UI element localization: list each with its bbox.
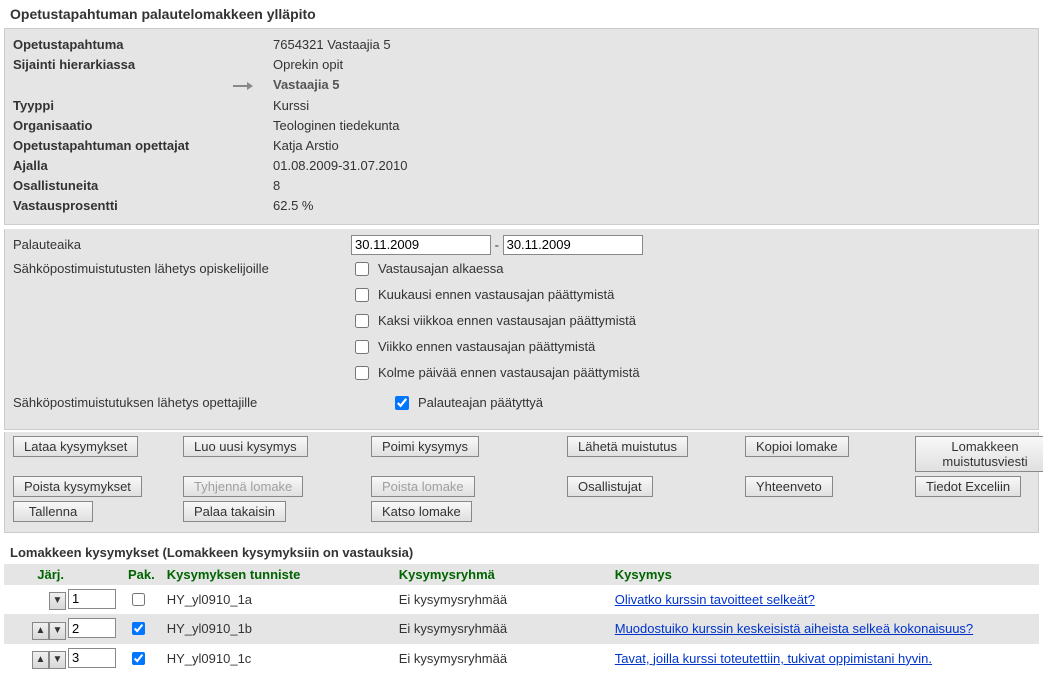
question-link[interactable]: Muodostuiko kurssin keskeisistä aiheista… <box>615 621 973 636</box>
label-teacher-reminder: Sähköpostimuistutuksen lähetys opettajil… <box>13 393 391 410</box>
table-row: ▲▼ HY_yl0910_1cEi kysymysryhmää Tavat, joi… <box>4 644 1039 673</box>
mandatory-checkbox[interactable] <box>132 593 145 606</box>
cb-reminder-month[interactable] <box>355 288 369 302</box>
label-vastausprosentti: Vastausprosentti <box>13 196 273 216</box>
arrow-right-icon <box>233 76 253 96</box>
delete-questions-button[interactable]: Poista kysymykset <box>13 476 142 497</box>
button-panel: Lataa kysymykset Luo uusi kysymys Poimi … <box>4 432 1039 533</box>
th-tunniste: Kysymyksen tunniste <box>161 564 393 585</box>
cell-tunniste: HY_yl0910_1a <box>161 585 393 615</box>
th-pak: Pak. <box>122 564 161 585</box>
th-ryhma: Kysymysryhmä <box>393 564 609 585</box>
value-ajalla: 01.08.2009-31.07.2010 <box>273 156 1030 176</box>
pick-question-button[interactable]: Poimi kysymys <box>371 436 479 457</box>
label-sijainti: Sijainti hierarkiassa <box>13 55 273 75</box>
new-question-button[interactable]: Luo uusi kysymys <box>183 436 308 457</box>
th-jarj: Järj. <box>4 564 122 585</box>
cell-ryhma: Ei kysymysryhmää <box>393 644 609 673</box>
label-organisaatio: Organisaatio <box>13 116 273 136</box>
cell-ryhma: Ei kysymysryhmää <box>393 585 609 615</box>
cb-reminder-3days[interactable] <box>355 366 369 380</box>
value-opetustapahtuma: 7654321 Vastaajia 5 <box>273 35 1030 55</box>
table-row: ▼ HY_yl0910_1aEi kysymysryhmää Olivatko ku… <box>4 585 1039 615</box>
cell-ryhma: Ei kysymysryhmää <box>393 614 609 644</box>
excel-export-button[interactable]: Tiedot Exceliin <box>915 476 1021 497</box>
save-button[interactable]: Tallenna <box>13 501 93 522</box>
cb-reminder-week[interactable] <box>355 340 369 354</box>
value-organisaatio: Teologinen tiedekunta <box>273 116 1030 136</box>
th-kysymys: Kysymys <box>609 564 1039 585</box>
label-student-reminders: Sähköpostimuistutusten lähetys opiskelij… <box>13 259 351 276</box>
cb-reminder-teacher[interactable] <box>395 396 409 410</box>
value-osallistuneita: 8 <box>273 176 1030 196</box>
load-questions-button[interactable]: Lataa kysymykset <box>13 436 138 457</box>
participants-button[interactable]: Osallistujat <box>567 476 653 497</box>
table-row: ▲▼ HY_yl0910_1bEi kysymysryhmää Muodostuik… <box>4 614 1039 644</box>
info-panel: Opetustapahtuma 7654321 Vastaajia 5 Sija… <box>4 28 1039 225</box>
cb-label-r5: Kolme päivää ennen vastausajan päättymis… <box>378 365 640 380</box>
move-up-button[interactable]: ▲ <box>32 622 49 640</box>
view-form-button[interactable]: Katso lomake <box>371 501 472 522</box>
value-opettajat: Katja Arstio <box>273 136 1030 156</box>
order-input[interactable] <box>68 618 116 638</box>
value-vastausprosentti: 62.5 % <box>273 196 1030 216</box>
label-opetustapahtuma: Opetustapahtuma <box>13 35 273 55</box>
cell-tunniste: HY_yl0910_1c <box>161 644 393 673</box>
cb-reminder-start[interactable] <box>355 262 369 276</box>
mandatory-checkbox[interactable] <box>132 652 145 665</box>
cb-label-r3: Kaksi viikkoa ennen vastausajan päättymi… <box>378 313 636 328</box>
cb-label-r2: Kuukausi ennen vastausajan päättymistä <box>378 287 614 302</box>
delete-form-button[interactable]: Poista lomake <box>371 476 475 497</box>
move-down-button[interactable]: ▼ <box>49 592 66 610</box>
label-palauteaika: Palauteaika <box>13 235 351 252</box>
cb-label-r1: Vastausajan alkaessa <box>378 261 504 276</box>
move-down-button[interactable]: ▼ <box>49 622 66 640</box>
mandatory-checkbox[interactable] <box>132 622 145 635</box>
date-to-input[interactable] <box>503 235 643 255</box>
value-sijainti-parent: Oprekin opit <box>273 55 1030 75</box>
copy-form-button[interactable]: Kopioi lomake <box>745 436 849 457</box>
move-down-button[interactable]: ▼ <box>49 651 66 669</box>
cell-tunniste: HY_yl0910_1b <box>161 614 393 644</box>
cb-label-teacher: Palauteajan päätyttyä <box>418 395 543 410</box>
label-opettajat: Opetustapahtuman opettajat <box>13 136 273 156</box>
summary-button[interactable]: Yhteenveto <box>745 476 833 497</box>
question-link[interactable]: Tavat, joilla kurssi toteutettiin, tukiv… <box>615 651 932 666</box>
back-button[interactable]: Palaa takaisin <box>183 501 286 522</box>
value-sijainti-current: Vastaajia 5 <box>273 75 1030 96</box>
cb-reminder-2weeks[interactable] <box>355 314 369 328</box>
label-ajalla: Ajalla <box>13 156 273 176</box>
label-osallistuneita: Osallistuneita <box>13 176 273 196</box>
send-reminder-button[interactable]: Lähetä muistutus <box>567 436 688 457</box>
order-input[interactable] <box>68 589 116 609</box>
value-tyyppi: Kurssi <box>273 96 1030 116</box>
order-input[interactable] <box>68 648 116 668</box>
questions-table: Järj. Pak. Kysymyksen tunniste Kysymysry… <box>4 564 1039 673</box>
date-dash: - <box>495 237 499 252</box>
form-reminder-msg-button[interactable]: Lomakkeen muistutusviesti <box>915 436 1043 472</box>
clear-form-button[interactable]: Tyhjennä lomake <box>183 476 303 497</box>
form-panel: Palauteaika - Sähköpostimuistutusten läh… <box>4 229 1039 430</box>
label-tyyppi: Tyyppi <box>13 96 273 116</box>
questions-heading: Lomakkeen kysymykset (Lomakkeen kysymyks… <box>0 541 1043 564</box>
move-up-button[interactable]: ▲ <box>32 651 49 669</box>
date-from-input[interactable] <box>351 235 491 255</box>
question-link[interactable]: Olivatko kurssin tavoitteet selkeät? <box>615 592 815 607</box>
page-title: Opetustapahtuman palautelomakkeen ylläpi… <box>0 0 1043 28</box>
cb-label-r4: Viikko ennen vastausajan päättymistä <box>378 339 595 354</box>
